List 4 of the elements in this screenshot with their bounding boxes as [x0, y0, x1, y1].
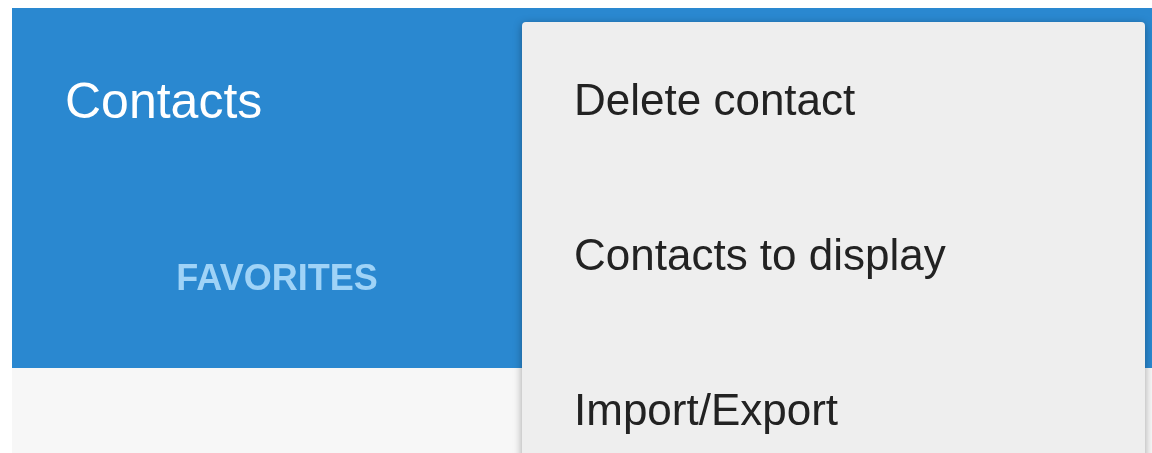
menu-item[interactable]: Contacts to display: [522, 177, 1145, 332]
menu-item[interactable]: Delete contact: [522, 22, 1145, 177]
menu-item[interactable]: Import/Export: [522, 332, 1145, 453]
app-title: Contacts: [65, 72, 263, 130]
